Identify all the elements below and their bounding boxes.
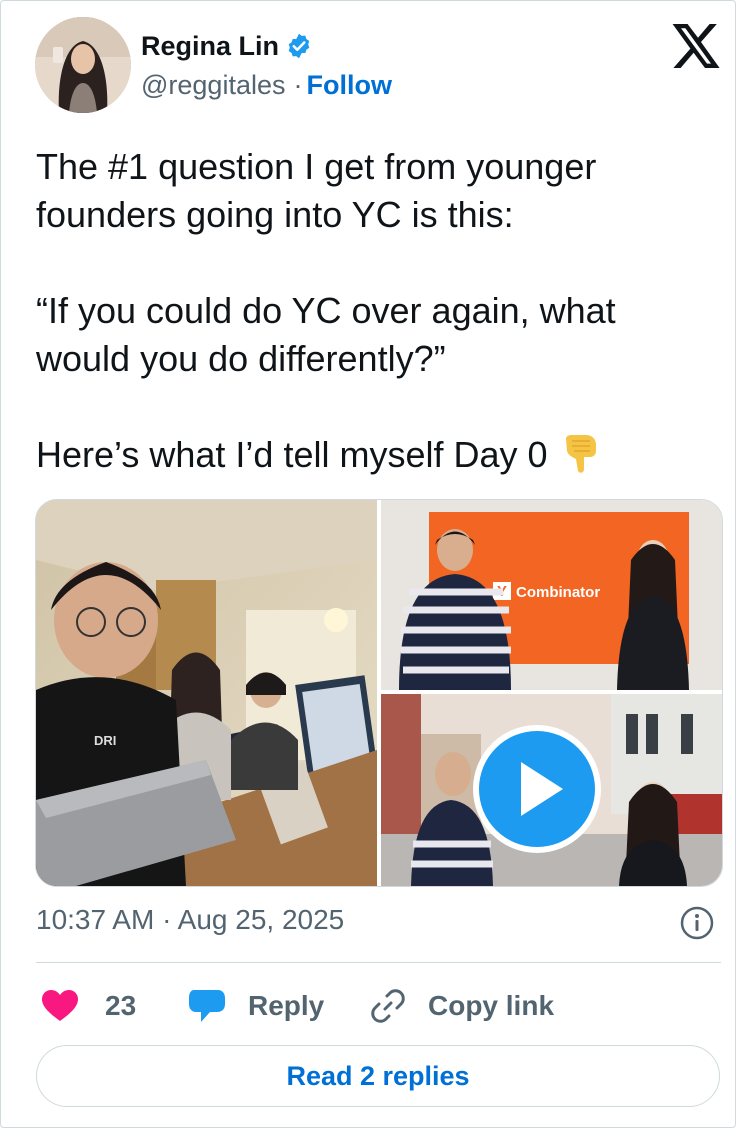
pointing-down-emoji-icon	[565, 435, 596, 473]
tweet-timestamp[interactable]: 10:37 AM · Aug 25, 2025	[36, 904, 344, 936]
like-button[interactable]: 23	[42, 984, 136, 1028]
author-name-row: Regina Lin	[141, 28, 313, 64]
author-handle-row: @reggitales · Follow	[141, 70, 392, 101]
divider	[36, 962, 721, 963]
avatar[interactable]	[35, 17, 131, 113]
photo-office-selfie[interactable]: DRI	[36, 500, 377, 886]
photo-yc-sign[interactable]: Y Combinator	[381, 500, 722, 690]
heart-icon	[42, 990, 78, 1021]
yc-sign-text: Combinator	[516, 584, 600, 601]
x-logo-icon[interactable]	[672, 24, 720, 68]
reply-button[interactable]: Reply	[188, 984, 324, 1028]
copy-link-label: Copy link	[428, 990, 555, 1021]
copy-link-button[interactable]: Copy link	[370, 984, 554, 1028]
play-button-icon[interactable]	[459, 722, 615, 856]
info-icon[interactable]	[679, 905, 715, 941]
link-icon	[371, 989, 405, 1023]
media-grid[interactable]: DRI Y Combinator	[35, 499, 723, 887]
author-name[interactable]: Regina Lin	[141, 31, 279, 62]
reply-label: Reply	[248, 990, 325, 1021]
author-handle[interactable]: @reggitales	[141, 70, 285, 101]
tweet-body: The #1 question I get from younger found…	[36, 146, 616, 475]
action-bar: 23 Reply Copy link	[36, 984, 721, 1028]
shirt-text: DRI	[94, 733, 116, 748]
read-replies-button[interactable]: Read 2 replies	[36, 1045, 720, 1107]
verified-badge-icon	[288, 33, 310, 59]
like-count: 23	[105, 990, 137, 1021]
tweet-text: The #1 question I get from younger found…	[36, 143, 696, 479]
separator-dot: ·	[293, 70, 303, 100]
follow-button[interactable]: Follow	[306, 70, 391, 101]
read-replies-label: Read 2 replies	[286, 1060, 470, 1091]
reply-bubble-icon	[189, 990, 225, 1022]
